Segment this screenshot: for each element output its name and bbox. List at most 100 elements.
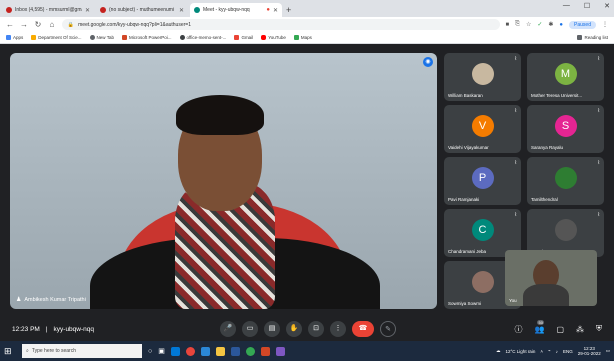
bookmark-new-tab[interactable]: New Tab	[89, 35, 114, 40]
present-button[interactable]: ⊡	[308, 321, 324, 337]
chevron-up-icon[interactable]: ˄	[540, 349, 543, 354]
participant-tile[interactable]: ⌇ M Mother Teresa Universit...	[527, 53, 604, 101]
captions-button[interactable]: ▤	[264, 321, 280, 337]
mic-off-icon: ⌇	[514, 160, 517, 166]
avatar	[554, 167, 577, 189]
gmail-icon	[234, 35, 240, 40]
close-icon[interactable]: ✕	[179, 7, 184, 14]
close-icon[interactable]: ✕	[273, 7, 278, 14]
chrome-active-icon[interactable]	[245, 346, 255, 356]
presenter-hair	[176, 95, 264, 135]
share-icon[interactable]: ⎘	[515, 21, 520, 28]
notifications-icon[interactable]: ▭	[606, 348, 610, 354]
bookmark-maps[interactable]: Maps	[293, 35, 312, 40]
bookmark-label: YouTube	[268, 35, 286, 40]
globe-icon	[89, 35, 95, 40]
tab-meet[interactable]: Meet - kyy-ubqw-nqq ● ✕	[190, 3, 282, 17]
camera-button[interactable]: ▭	[242, 321, 258, 337]
maximize-icon[interactable]: ☐	[584, 2, 590, 10]
clock[interactable]: 12:23 29-01-2022	[578, 346, 601, 356]
folder-icon	[31, 35, 37, 40]
presenter-name: Ambikesh Kumar Tripathi	[24, 296, 86, 303]
leave-call-button[interactable]: ☎	[352, 321, 374, 337]
participant-name: Saranya Rayalu	[531, 145, 564, 150]
extension-icon[interactable]: ✓	[537, 21, 542, 28]
back-icon[interactable]: ←	[6, 20, 14, 29]
browser-toolbar: ← → ↻ ⌂ 🔒 meet.google.com/kyy-ubqw-nqq?p…	[0, 17, 614, 32]
powerpoint-icon[interactable]	[260, 346, 270, 356]
call-controls: 🎤 ▭ ▤ ✋ ⊡ ⋮ ☎ ✎	[220, 318, 396, 340]
meeting-code: kyy-ubqw-nqq	[53, 325, 94, 333]
bookmark-department[interactable]: Department Of Scie...	[31, 35, 82, 40]
home-icon[interactable]: ⌂	[48, 20, 56, 29]
puzzle-icon[interactable]: ✱	[548, 21, 553, 28]
reading-list-label: Reading list	[584, 35, 608, 40]
close-window-icon[interactable]: ✕	[604, 2, 610, 10]
meet-stage: ◉ ♟ Ambikesh Kumar Tripathi ⌇ William Ba…	[0, 44, 614, 341]
cortana-icon[interactable]: ▣	[158, 347, 165, 355]
close-icon[interactable]: ✕	[85, 7, 90, 14]
paused-button[interactable]: Paused	[569, 20, 596, 29]
chrome-icon[interactable]	[185, 346, 195, 356]
store-icon[interactable]	[200, 346, 210, 356]
tab-no-subject[interactable]: (no subject) - muthumeenumi ✕	[96, 3, 188, 17]
participant-tile[interactable]: ⌇ S Saranya Rayalu	[527, 105, 604, 153]
bookmark-label: Department Of Scie...	[38, 35, 82, 40]
people-button[interactable]: 50 👥	[534, 319, 544, 334]
bookmark-office-memo[interactable]: office-memo-sent-...	[179, 35, 226, 40]
weather-text: 12°C Light rain	[505, 348, 536, 354]
participant-tile[interactable]: ⌇ V Vaidehi Vijayakumar	[444, 105, 521, 153]
activities-icon[interactable]: ⁂	[576, 325, 584, 334]
address-bar[interactable]: 🔒 meet.google.com/kyy-ubqw-nqq?pli=1&aut…	[61, 19, 500, 30]
powerpoint-icon	[121, 35, 127, 40]
participant-tile[interactable]: ⌇ P Pavi Ramjanaki	[444, 157, 521, 205]
self-label: You	[509, 298, 517, 303]
apps-icon	[6, 35, 11, 40]
reload-icon[interactable]: ↻	[34, 20, 42, 29]
meeting-side-controls: ⓘ 50 👥 ▢ ⁂ ⛨	[514, 318, 602, 340]
network-icon[interactable]: ⌁	[548, 348, 551, 354]
bookmark-apps[interactable]: Apps	[6, 35, 23, 40]
info-icon[interactable]: ⓘ	[514, 324, 522, 335]
window-controls: — ☐ ✕	[563, 2, 610, 10]
pin-icon[interactable]: ◉	[423, 57, 433, 67]
app-icon[interactable]	[275, 346, 285, 356]
microphone-button[interactable]: 🎤	[220, 321, 236, 337]
explorer-icon[interactable]	[215, 346, 225, 356]
host-controls-icon[interactable]: ⛨	[596, 324, 602, 334]
minimize-icon[interactable]: —	[563, 2, 570, 10]
word-icon[interactable]	[230, 346, 240, 356]
weather-icon: ☁	[496, 348, 501, 353]
menu-icon[interactable]: ⋮	[602, 21, 608, 28]
forward-icon[interactable]: →	[20, 20, 28, 29]
edge-icon[interactable]	[170, 346, 180, 356]
profile-icon[interactable]: ●	[559, 22, 563, 28]
bookmark-powerpoint[interactable]: Microsoft PowerPoi...	[121, 35, 172, 40]
language-indicator[interactable]: ENG	[563, 349, 573, 354]
mic-off-icon: ⌇	[597, 212, 600, 218]
new-tab-button[interactable]: +	[286, 3, 291, 17]
tab-label: Inbox (4,595) - mmsurml@gmai	[15, 7, 82, 13]
tab-inbox[interactable]: Inbox (4,595) - mmsurml@gmai ✕	[2, 3, 94, 17]
reading-list[interactable]: Reading list	[577, 35, 608, 40]
edit-button[interactable]: ✎	[380, 321, 396, 337]
camera-icon[interactable]: ■	[506, 22, 510, 28]
taskbar-search[interactable]: ⌕ Type here to search	[22, 344, 142, 358]
volume-icon[interactable]: ♪	[556, 349, 558, 354]
globe-icon	[179, 35, 185, 40]
mic-off-icon: ⌇	[597, 160, 600, 166]
task-view-icon[interactable]: ○	[148, 348, 152, 355]
bookmark-youtube[interactable]: YouTube	[261, 35, 286, 40]
windows-start-icon[interactable]: ⊞	[4, 346, 16, 357]
participant-tile[interactable]: ⌇ William Baskaran	[444, 53, 521, 101]
self-view[interactable]: You	[505, 250, 597, 306]
more-options-button[interactable]: ⋮	[330, 321, 346, 337]
participant-name: Tamilthendral	[531, 197, 558, 202]
raise-hand-button[interactable]: ✋	[286, 321, 302, 337]
participant-tile[interactable]: ⌇ Tamilthendral	[527, 157, 604, 205]
participant-name: William Baskaran	[448, 93, 483, 98]
presenter-video[interactable]: ◉ ♟ Ambikesh Kumar Tripathi	[10, 53, 437, 309]
chat-icon[interactable]: ▢	[556, 325, 564, 334]
star-icon[interactable]: ☆	[526, 21, 531, 28]
bookmark-gmail[interactable]: Gmail	[234, 35, 253, 40]
